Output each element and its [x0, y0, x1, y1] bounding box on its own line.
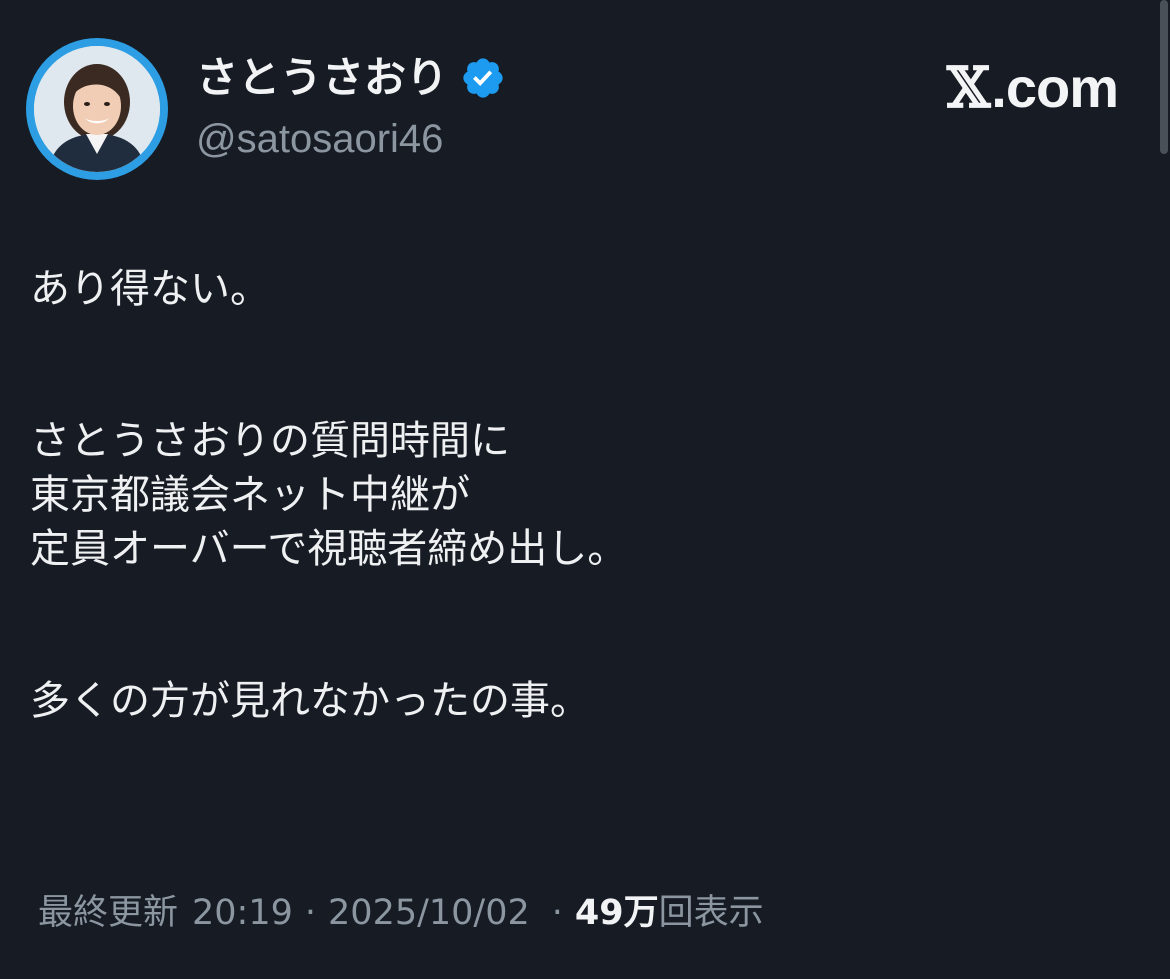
tweet-header: さとうさおり @satosaori46 𝕏.com: [0, 0, 1170, 190]
x-com-logo: 𝕏.com: [946, 55, 1119, 121]
tweet-date[interactable]: 2025/10/02: [328, 888, 530, 938]
meta-separator: ·: [304, 893, 317, 933]
author-handle[interactable]: @satosaori46: [196, 114, 506, 164]
views-count[interactable]: 49万: [575, 888, 659, 938]
tweet-line: 多くの方が見れなかったの事。: [30, 678, 590, 724]
views-label: 回表示: [658, 893, 764, 933]
brand-domain: .com: [991, 56, 1119, 119]
tweet-line: 東京都議会ネット中継が: [30, 472, 470, 518]
avatar[interactable]: [26, 38, 168, 180]
display-name-row: さとうさおり: [196, 50, 506, 106]
avatar-image: [34, 46, 160, 172]
last-updated-label: 最終更新: [38, 893, 179, 933]
tweet-line: 定員オーバーで視聴者締め出し。: [30, 526, 628, 572]
tweet-line: さとうさおりの質問時間に: [30, 418, 510, 464]
meta-separator: ·: [551, 893, 563, 933]
tweet-metadata: 最終更新 20:19 · 2025/10/02 · 49万 回表示: [38, 888, 764, 938]
author-info: さとうさおり @satosaori46: [196, 50, 506, 164]
verified-badge-icon[interactable]: [460, 55, 506, 101]
tweet-time[interactable]: 20:19: [192, 888, 293, 938]
x-logo-icon: 𝕏: [946, 55, 990, 121]
avatar-portrait-icon: [34, 46, 160, 172]
display-name[interactable]: さとうさおり: [196, 50, 448, 106]
tweet-line: あり得ない。: [30, 266, 270, 312]
tweet-text: あり得ない。 さとうさおりの質問時間に 東京都議会ネット中継が 定員オーバーで視…: [30, 262, 1130, 728]
scrollbar-thumb[interactable]: [1160, 0, 1168, 154]
